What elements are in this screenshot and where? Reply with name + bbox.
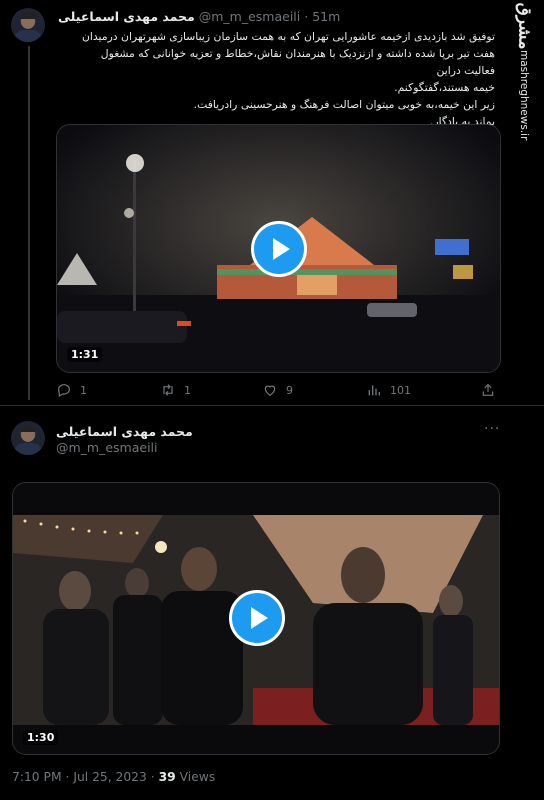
views-count: 39	[158, 770, 176, 784]
mashregh-url: mashreghnews.ir	[518, 50, 530, 141]
retweet-count: 1	[184, 383, 191, 397]
share-button[interactable]	[480, 382, 496, 398]
author-name[interactable]: محمد مهدی اسماعیلی	[58, 9, 195, 24]
views-count: 101	[390, 383, 411, 397]
share-icon	[482, 383, 494, 396]
separator-dot: ·	[65, 770, 70, 784]
video-player-1[interactable]: 1:31	[56, 124, 501, 373]
retweet-button[interactable]: 1	[160, 382, 191, 398]
play-icon[interactable]	[229, 590, 285, 646]
divider	[0, 405, 544, 406]
separator-dot: ·	[304, 9, 309, 24]
author-name[interactable]: محمد مهدی اسماعیلی	[56, 424, 193, 439]
tweet-actions: 1 1 9 101	[56, 382, 499, 402]
like-icon	[264, 385, 276, 397]
video-player-2[interactable]: 1:30	[12, 482, 500, 755]
tweet-meta: 7:10 PM · Jul 25, 2023 · 39 Views	[12, 770, 215, 784]
retweet-icon	[163, 384, 173, 396]
tweet-text-line: توفیق شد بازدیدی ازخیمه عاشورایی تهران ک…	[81, 30, 495, 43]
views-icon	[368, 385, 380, 396]
reply-icon	[58, 384, 70, 398]
reply-count: 1	[80, 383, 87, 397]
avatar[interactable]	[11, 421, 45, 455]
reply-button[interactable]: 1	[56, 382, 87, 398]
separator-dot: ·	[150, 770, 155, 784]
avatar[interactable]	[11, 8, 45, 42]
like-count: 9	[286, 383, 293, 397]
tweet-1-header: محمد مهدی اسماعیلی @m_m_esmaeili · 51m	[58, 9, 340, 24]
tweet-time[interactable]: 51m	[312, 9, 340, 24]
tweet-text-line: خیمه هستند،گفتگوکنم.	[394, 81, 495, 94]
author-handle[interactable]: @m_m_esmaeili	[199, 9, 301, 24]
tweet-time[interactable]: 7:10 PM	[12, 770, 62, 784]
like-button[interactable]: 9	[262, 382, 293, 398]
views-label: Views	[179, 770, 216, 784]
video-duration: 1:30	[23, 730, 59, 745]
thread-line	[28, 46, 30, 400]
video-duration: 1:31	[67, 347, 103, 362]
author-handle[interactable]: @m_m_esmaeili	[56, 440, 158, 455]
views-button[interactable]: 101	[366, 382, 411, 398]
more-icon[interactable]: ···	[484, 421, 500, 437]
tweet-1-text: توفیق شد بازدیدی ازخیمه عاشورایی تهران ک…	[70, 28, 495, 130]
tweet-text-line: زیر این خیمه،به خوبی میتوان اصالت فرهنگ …	[193, 98, 495, 111]
play-icon[interactable]	[251, 221, 307, 277]
mashregh-watermark: مشرق mashreghnews.ir	[508, 2, 540, 141]
mashregh-logo: مشرق	[514, 2, 534, 50]
tweet-date[interactable]: Jul 25, 2023	[73, 770, 147, 784]
tweet-text-line: هفت تیر برپا شده داشته و ازنزدیک با هنرم…	[100, 47, 495, 77]
